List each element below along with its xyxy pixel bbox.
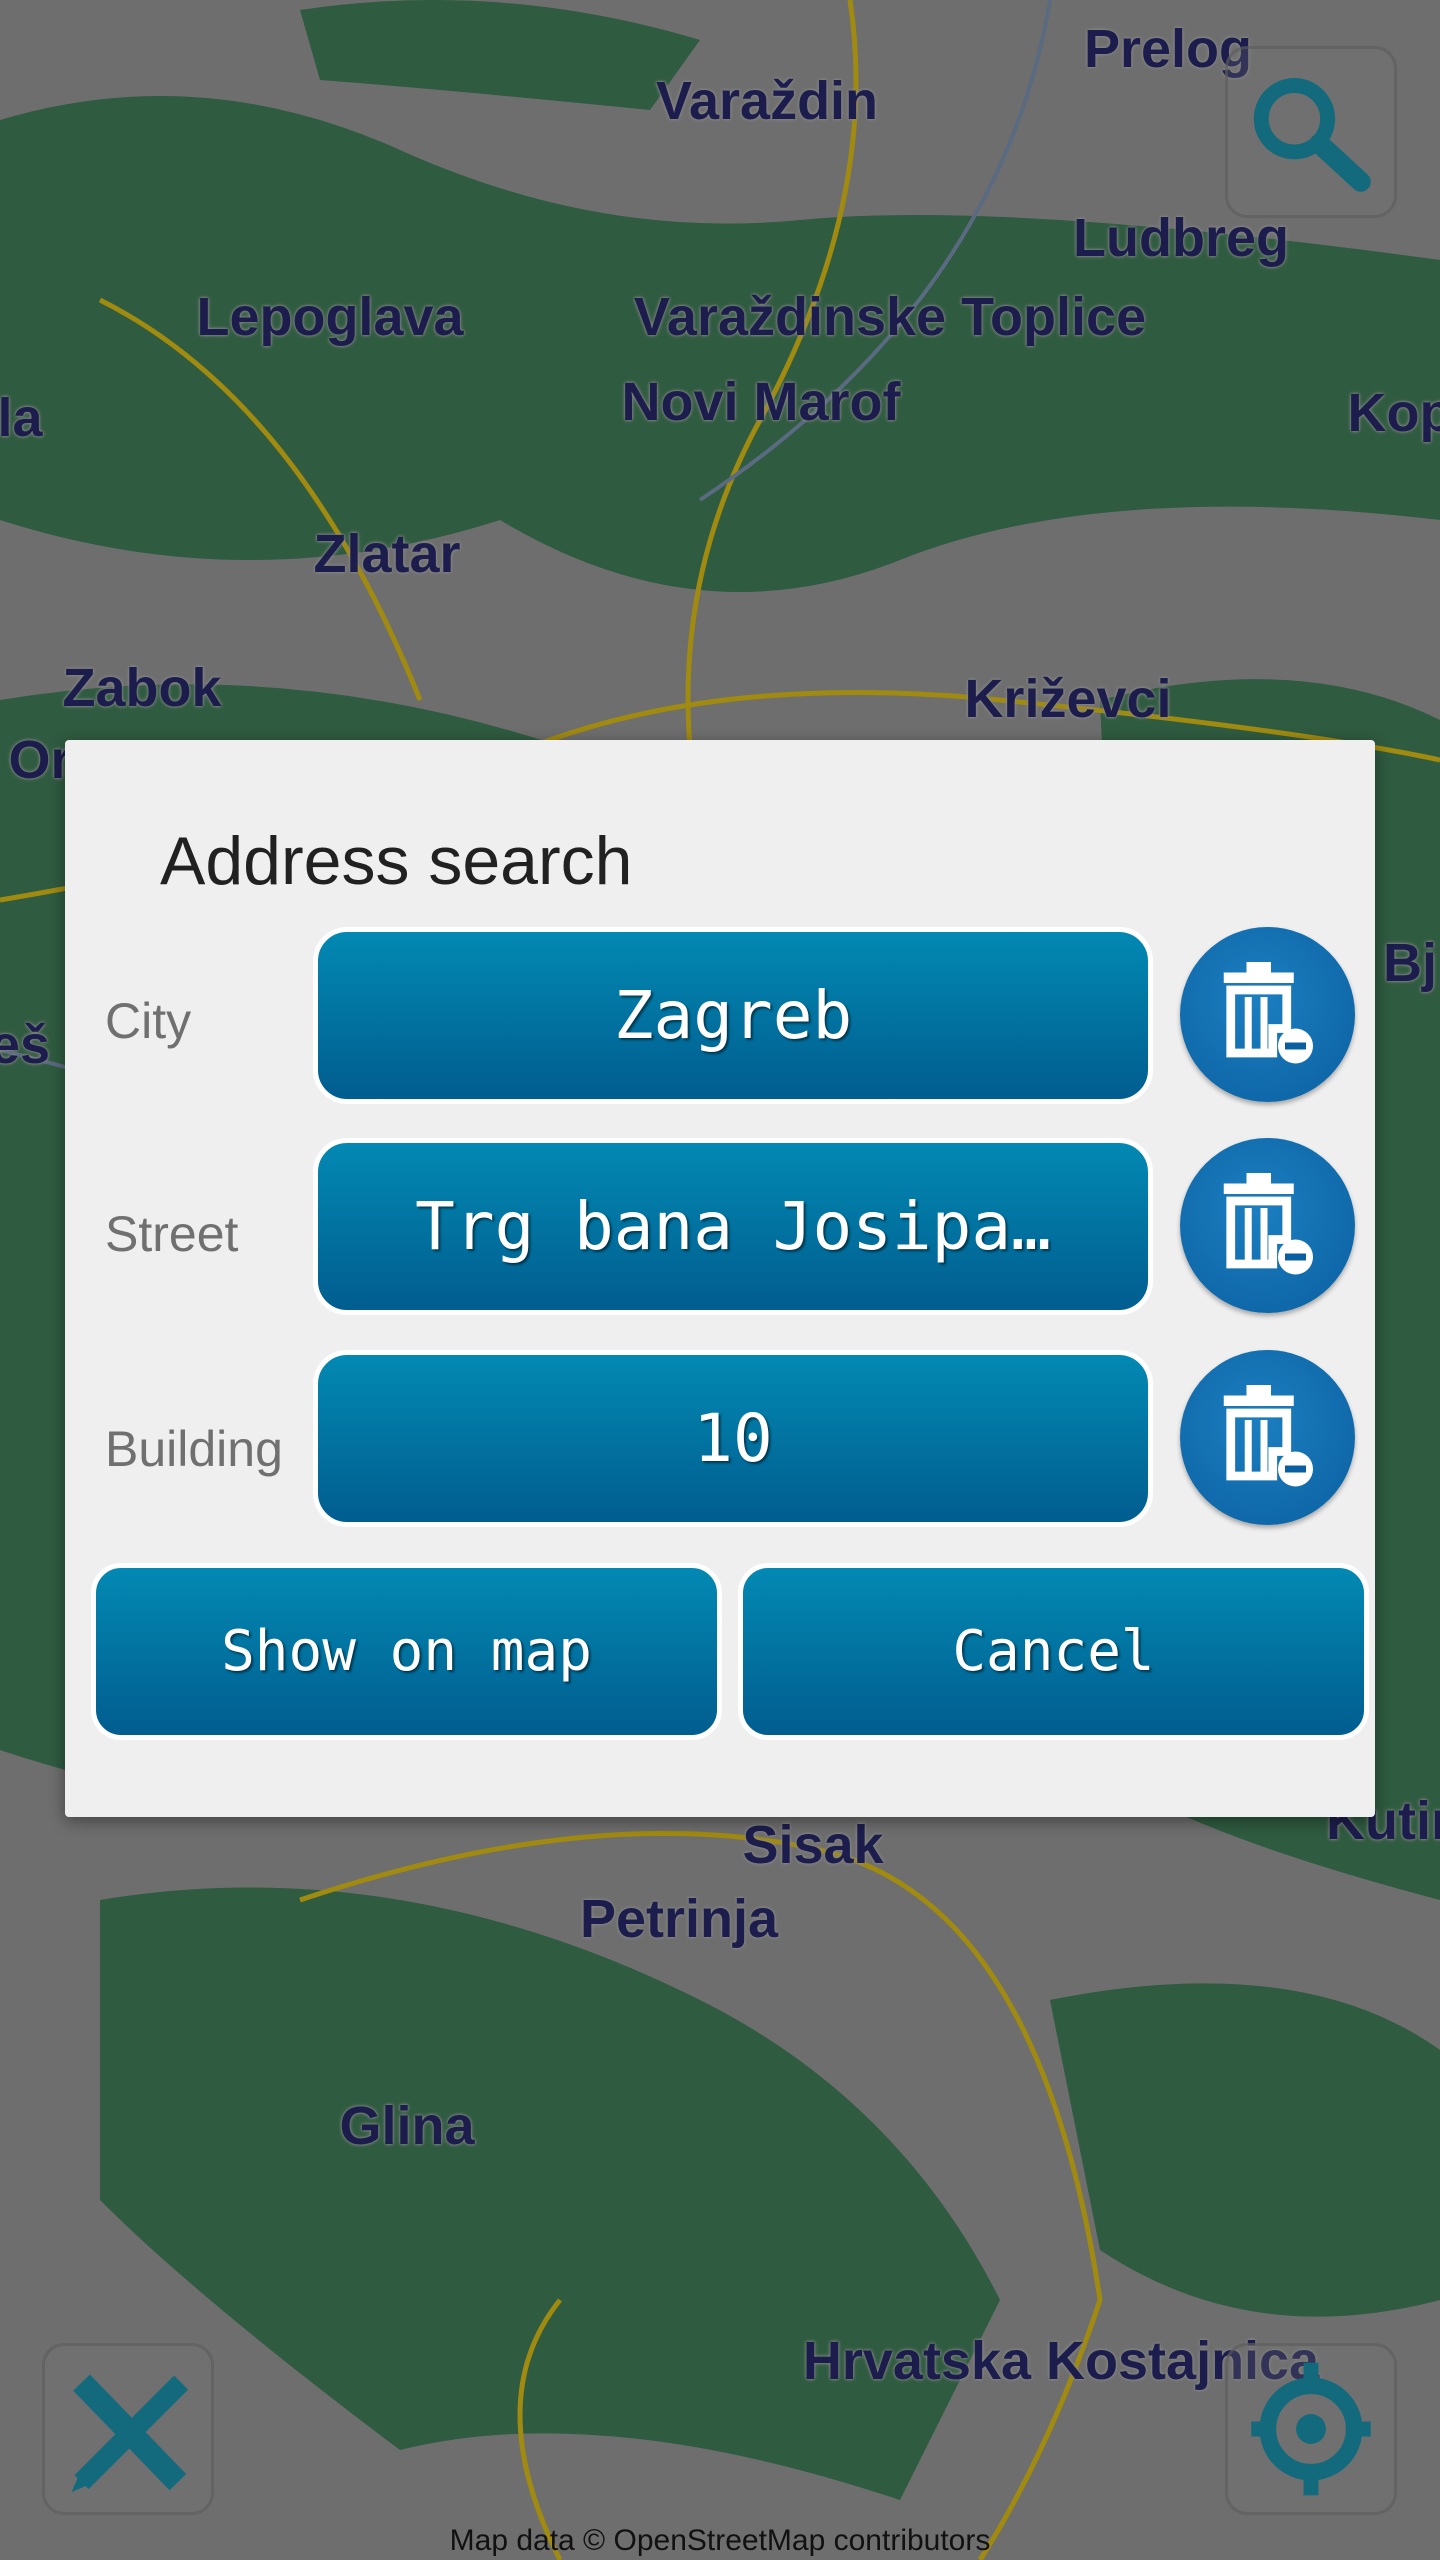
map-label: Glina: [339, 2096, 475, 2156]
address-search-dialog: Address search City Zagreb Street Trg ba…: [65, 740, 1375, 1817]
map-attribution: Map data © OpenStreetMap contributors: [449, 2524, 991, 2557]
crosshair-icon: [1251, 2362, 1371, 2496]
trash-minus-icon: [1223, 1173, 1313, 1275]
street-field[interactable]: Trg bana Josipa…: [313, 1138, 1153, 1315]
trash-minus-icon: [1223, 1385, 1313, 1487]
map-label: Križevci: [964, 669, 1172, 729]
clear-building-button[interactable]: [1180, 1350, 1355, 1525]
map-label: Varaždin: [655, 71, 879, 131]
cancel-button[interactable]: Cancel: [738, 1563, 1369, 1740]
trash-minus-icon: [1223, 962, 1313, 1064]
tools-button[interactable]: [42, 2343, 214, 2515]
map-label: Bj: [1383, 933, 1437, 993]
ruler-pencil-icon: [71, 2374, 189, 2493]
map-label: Zabok: [62, 658, 222, 718]
clear-city-button[interactable]: [1180, 927, 1355, 1102]
map-label: Or: [8, 730, 72, 790]
city-field[interactable]: Zagreb: [313, 927, 1153, 1104]
map-label: eš: [0, 1015, 51, 1075]
search-button[interactable]: [1225, 46, 1397, 218]
show-on-map-button[interactable]: Show on map: [91, 1563, 722, 1740]
street-label: Street: [105, 1206, 239, 1262]
dialog-title: Address search: [160, 823, 633, 899]
map-label: Sisak: [742, 1815, 884, 1875]
magnifier-icon: [1253, 78, 1371, 192]
clear-street-button[interactable]: [1180, 1138, 1355, 1313]
building-label: Building: [105, 1421, 283, 1477]
city-label: City: [105, 993, 192, 1049]
map-label: Lepoglava: [196, 287, 464, 347]
map-label: Petrinja: [579, 1889, 779, 1949]
map-label: la: [0, 388, 43, 448]
map-label: Varaždinske Toplice: [633, 287, 1147, 347]
map-label: Novi Marof: [621, 372, 901, 432]
locate-button[interactable]: [1225, 2343, 1397, 2515]
map-label: Kop: [1347, 383, 1440, 443]
building-field[interactable]: 10: [313, 1350, 1153, 1527]
map-label: Zlatar: [313, 524, 461, 584]
